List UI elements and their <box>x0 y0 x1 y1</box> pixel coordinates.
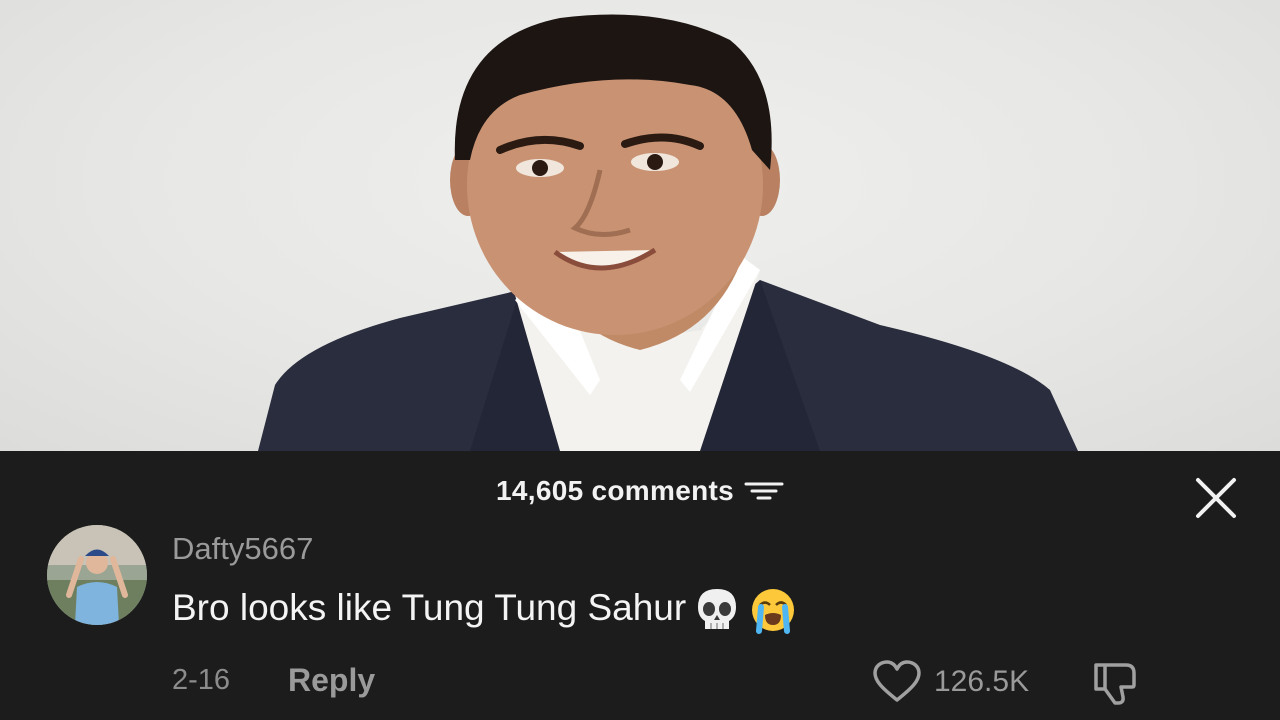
comment-body: Bro looks like Tung Tung Sahur <box>172 585 798 635</box>
loudly-crying-face-emoji <box>752 589 795 634</box>
portrait-image <box>258 14 1078 451</box>
video-frame[interactable] <box>0 0 1280 451</box>
like-count: 126.5K <box>934 665 1030 698</box>
comment-item: Dafty5667 Bro looks like Tung Tung Sahur <box>0 451 1280 720</box>
thumbs-down-icon[interactable] <box>1090 659 1144 707</box>
comment-username[interactable]: Dafty5667 <box>172 531 313 567</box>
skull-emoji <box>698 589 737 629</box>
like-button[interactable]: 126.5K <box>872 660 1029 704</box>
comments-sheet: 14,605 comments Dafty5667 Bro looks like… <box>0 451 1280 720</box>
reply-button[interactable]: Reply <box>288 662 375 699</box>
avatar-image <box>47 525 147 625</box>
avatar[interactable] <box>47 525 147 625</box>
comment-text: Bro looks like Tung Tung Sahur <box>172 586 687 628</box>
heart-icon[interactable] <box>872 660 922 704</box>
video-screen: 14,605 comments Dafty5667 Bro looks like… <box>0 0 1280 720</box>
comment-date: 2-16 <box>172 664 231 696</box>
